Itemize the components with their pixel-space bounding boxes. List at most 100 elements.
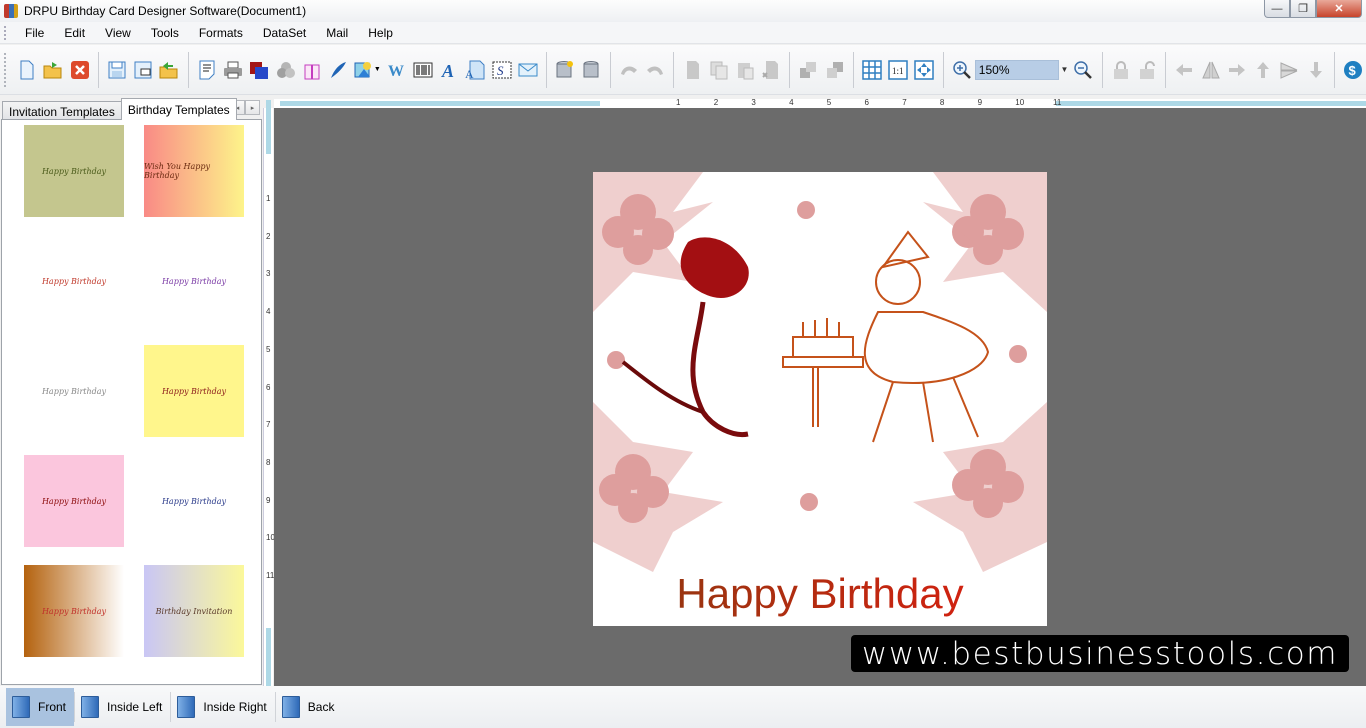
ruler-scroll-indicator[interactable] — [280, 101, 600, 106]
template-thumbnail[interactable]: Happy Birthday — [24, 125, 124, 217]
ruler-tick-label: 9 — [977, 98, 983, 107]
buy-now-button[interactable]: $ — [1340, 55, 1365, 85]
ruler-scroll-indicator[interactable] — [266, 100, 271, 154]
template-thumbnail[interactable]: Happy Birthday — [144, 235, 244, 327]
unlock-button[interactable] — [1134, 55, 1159, 85]
background-button[interactable] — [247, 55, 272, 85]
database-icon — [583, 60, 599, 77]
signature-button[interactable]: S — [489, 55, 514, 85]
redo-button[interactable] — [642, 55, 667, 85]
text-art-button[interactable]: A — [463, 55, 488, 85]
card-front[interactable]: Happy Birthday — [593, 172, 1047, 626]
flip-vertical-icon — [1280, 61, 1298, 79]
template-thumbnail[interactable]: Happy Birthday — [24, 235, 124, 327]
text-document-icon: A — [465, 60, 485, 80]
template-thumbnail[interactable]: Happy Birthday — [144, 455, 244, 547]
tab-scroll-right-button[interactable]: ▸ — [245, 100, 260, 115]
toolbar: ▼ W A A S 1:1 150% ▼ $ — [0, 45, 1366, 95]
flip-vertical-button[interactable] — [1277, 55, 1302, 85]
page-properties-button[interactable] — [194, 55, 219, 85]
picture-button[interactable]: ▼ — [352, 55, 383, 85]
copy-button[interactable] — [706, 55, 731, 85]
toolbar-separator — [609, 51, 611, 88]
ruler-tick-label: 2 — [266, 231, 271, 241]
picture-mountain-icon — [354, 61, 371, 77]
close-button[interactable]: ✕ — [1316, 0, 1362, 18]
template-thumbnail[interactable]: Happy Birthday — [24, 565, 124, 657]
design-canvas[interactable]: Happy Birthday — [274, 108, 1366, 686]
bring-front-button[interactable] — [796, 55, 821, 85]
insert-image-button[interactable] — [299, 55, 324, 85]
template-thumbnail[interactable]: Birthday Invitation — [144, 565, 244, 657]
actual-size-button[interactable]: 1:1 — [885, 55, 910, 85]
tab-birthday-templates[interactable]: Birthday Templates — [120, 98, 237, 120]
menu-help[interactable]: Help — [359, 26, 404, 40]
save-icon — [108, 61, 126, 78]
move-right-button[interactable] — [1224, 55, 1249, 85]
move-left-button[interactable] — [1172, 55, 1197, 85]
page-inside-left-button[interactable]: Inside Left — [75, 688, 170, 726]
card-greeting-text[interactable]: Happy Birthday — [593, 570, 1047, 618]
toolbar-grip — [4, 52, 8, 87]
flip-horizontal-button[interactable] — [1198, 55, 1223, 85]
delete-button[interactable] — [758, 55, 783, 85]
svg-text:A: A — [441, 61, 454, 80]
page-selector-bar: Front Inside Left Inside Right Back — [0, 686, 1366, 728]
tab-invitation-templates[interactable]: Invitation Templates — [2, 101, 122, 120]
template-thumbnail[interactable]: Happy Birthday — [144, 345, 244, 437]
template-thumbnail[interactable]: Wish You Happy Birthday — [144, 125, 244, 217]
ruler-scroll-indicator[interactable] — [266, 628, 271, 686]
zoom-in-button[interactable] — [949, 55, 974, 85]
new-document-icon — [20, 60, 34, 79]
shapes-button[interactable] — [273, 55, 298, 85]
open-button[interactable] — [41, 55, 66, 85]
lock-button[interactable] — [1108, 55, 1133, 85]
fit-window-button[interactable] — [912, 55, 937, 85]
text-button[interactable]: A — [436, 55, 461, 85]
paste-button[interactable] — [732, 55, 757, 85]
page-back-button[interactable]: Back — [276, 688, 343, 726]
template-thumbnail[interactable]: Happy Birthday — [24, 345, 124, 437]
email-button[interactable] — [515, 55, 540, 85]
move-down-button[interactable] — [1303, 55, 1328, 85]
menu-formats[interactable]: Formats — [190, 26, 254, 40]
watermark-button[interactable]: W — [384, 55, 409, 85]
database-connect-button[interactable] — [553, 55, 578, 85]
zoom-dropdown-arrow[interactable]: ▼ — [1059, 65, 1071, 74]
template-thumbnail[interactable]: Happy Birthday — [24, 455, 124, 547]
menu-file[interactable]: File — [16, 26, 55, 40]
page-front-button[interactable]: Front — [6, 688, 75, 726]
send-back-button[interactable] — [822, 55, 847, 85]
ruler-tick-label: 5 — [266, 344, 271, 354]
menu-view[interactable]: View — [96, 26, 142, 40]
save-button[interactable] — [104, 55, 129, 85]
undo-button[interactable] — [616, 55, 641, 85]
close-document-button[interactable] — [67, 55, 92, 85]
menu-grip — [4, 25, 10, 40]
ruler-tick-label: 7 — [902, 98, 907, 107]
page-inside-right-button[interactable]: Inside Right — [171, 688, 274, 726]
cut-button[interactable] — [680, 55, 705, 85]
minimize-button[interactable]: — — [1264, 0, 1290, 18]
actual-size-icon: 1:1 — [888, 59, 908, 80]
zoom-out-button[interactable] — [1071, 55, 1096, 85]
pen-button[interactable] — [325, 55, 350, 85]
export-button[interactable] — [157, 55, 182, 85]
menu-dataset[interactable]: DataSet — [254, 26, 317, 40]
page-label: Front — [38, 700, 67, 714]
menu-tools[interactable]: Tools — [142, 26, 190, 40]
print-button[interactable] — [220, 55, 245, 85]
grid-button[interactable] — [859, 55, 884, 85]
move-up-button[interactable] — [1250, 55, 1275, 85]
save-as-button[interactable] — [131, 55, 156, 85]
vertical-ruler: 1 2 3 4 5 6 7 8 9 10 11 — [263, 100, 275, 686]
menu-edit[interactable]: Edit — [55, 26, 96, 40]
restore-button[interactable]: ❐ — [1290, 0, 1316, 18]
menu-mail[interactable]: Mail — [317, 26, 359, 40]
zoom-level-input[interactable]: 150% — [974, 59, 1059, 80]
corner-flower-bottom-left — [593, 402, 723, 572]
ruler-scroll-indicator[interactable] — [1056, 101, 1366, 106]
new-button[interactable] — [14, 55, 39, 85]
database-button[interactable] — [579, 55, 604, 85]
barcode-button[interactable] — [410, 55, 435, 85]
